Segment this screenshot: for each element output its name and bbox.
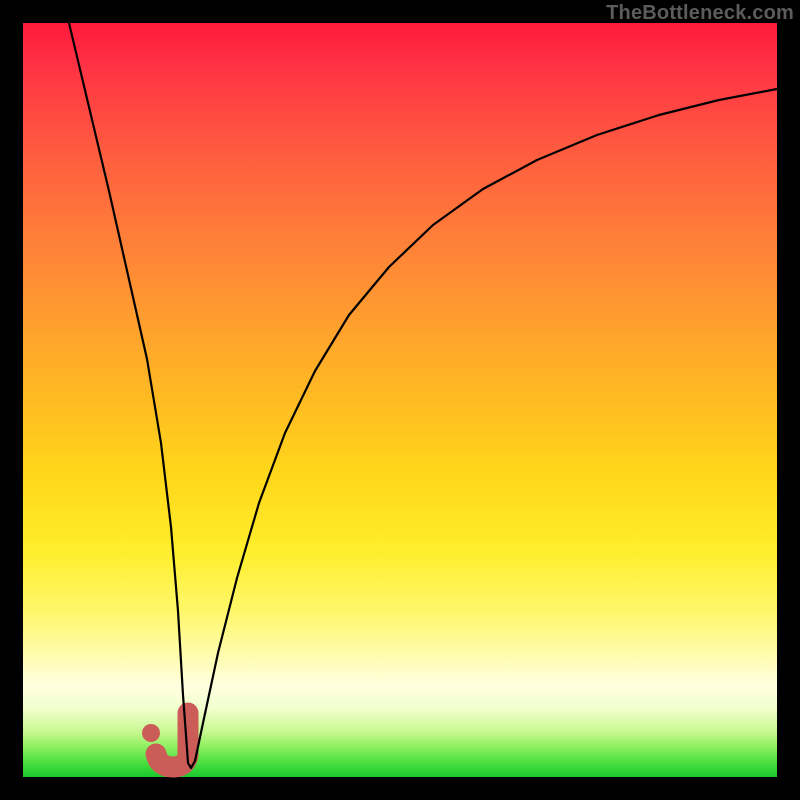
bottleneck-curve — [69, 23, 777, 768]
plot-area — [23, 23, 777, 777]
j-marker-icon — [142, 713, 188, 767]
chart-frame: TheBottleneck.com — [0, 0, 800, 800]
watermark-text: TheBottleneck.com — [606, 2, 794, 25]
curve-layer — [23, 23, 777, 777]
